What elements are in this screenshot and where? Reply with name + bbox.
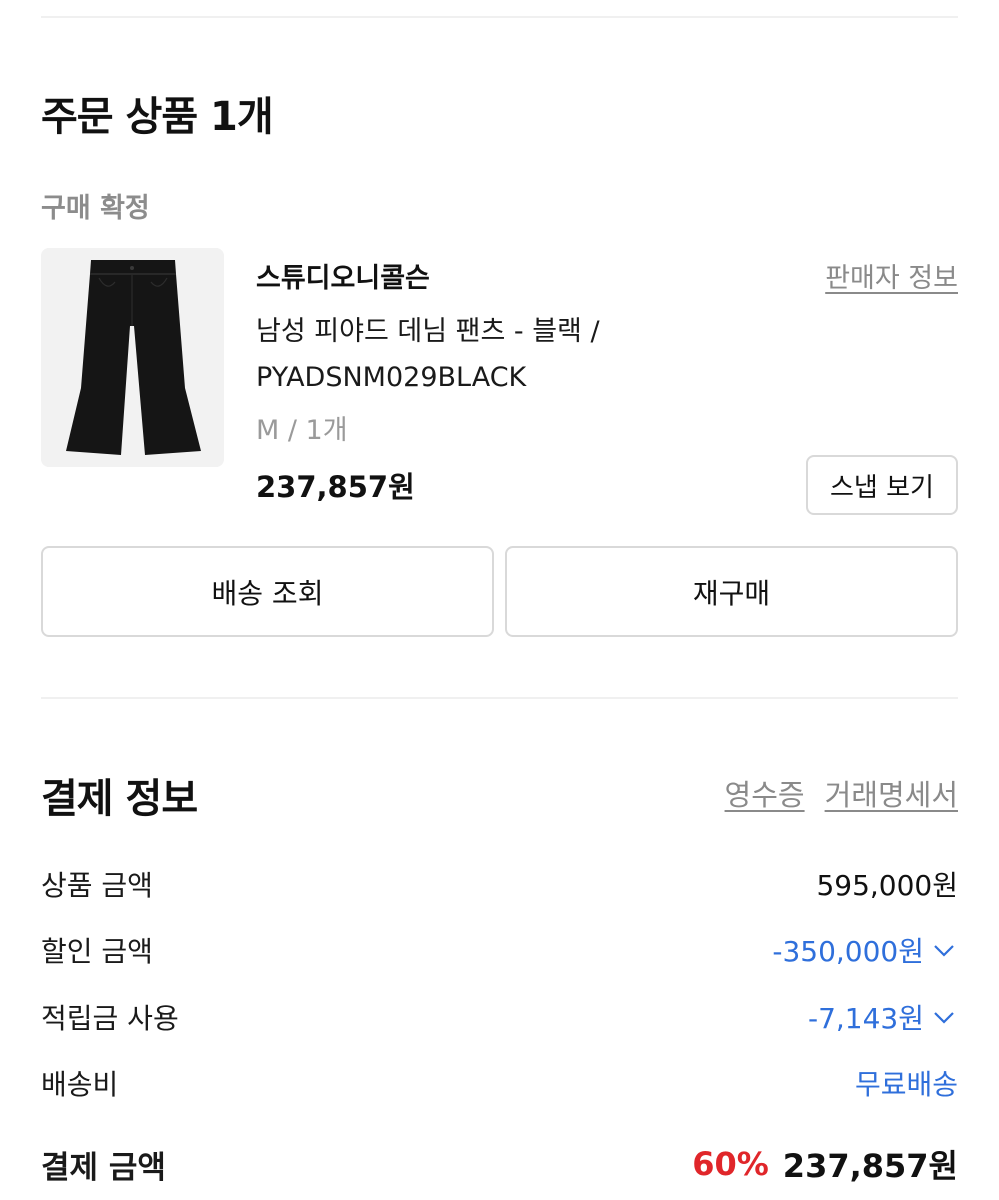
- transaction-statement-link[interactable]: 거래명세서: [825, 772, 958, 814]
- discount-amount-value: -350,000원: [772, 935, 924, 968]
- chevron-down-icon: [934, 945, 954, 957]
- snap-view-button[interactable]: 스냅 보기: [806, 455, 958, 515]
- shipping-fee-label: 배송비: [41, 1068, 119, 1101]
- product-amount-label: 상품 금액: [41, 869, 153, 902]
- discount-amount-label: 할인 금액: [41, 935, 153, 968]
- product-name[interactable]: 남성 피야드 데님 팬츠 - 블랙 / PYADSNM029BLACK: [256, 309, 676, 401]
- order-detail-page: 주문 상품 1개 구매 확정 스튜디오니콜슨 판매자 정보 남성 피야드 데님 …: [0, 0, 999, 1200]
- product-option: M / 1개: [256, 415, 348, 446]
- order-section-title: 주문 상품 1개: [41, 94, 274, 140]
- document-links: 영수증 거래명세서: [725, 772, 958, 814]
- payment-section-title: 결제 정보: [41, 776, 198, 822]
- points-used-toggle[interactable]: -7,143원: [808, 997, 958, 1037]
- product-thumbnail[interactable]: [41, 248, 224, 467]
- order-status: 구매 확정: [41, 193, 150, 224]
- points-used-label: 적립금 사용: [41, 1002, 179, 1035]
- top-divider: [41, 16, 958, 18]
- reorder-button[interactable]: 재구매: [505, 546, 958, 637]
- track-delivery-button[interactable]: 배송 조회: [41, 546, 494, 637]
- discount-amount-row: 할인 금액 -350,000원: [41, 928, 958, 972]
- total-payment-label: 결제 금액: [41, 1149, 166, 1186]
- total-payment-row: 결제 금액 60% 237,857원: [41, 1140, 958, 1188]
- shipping-fee-value: 무료배송: [854, 1068, 958, 1101]
- total-payment-amount: 60% 237,857원: [692, 1141, 958, 1187]
- chevron-down-icon: [934, 1012, 954, 1024]
- product-amount-value: 595,000원: [816, 869, 958, 902]
- seller-info-link[interactable]: 판매자 정보: [825, 256, 958, 295]
- discount-amount-toggle[interactable]: -350,000원: [772, 930, 958, 970]
- black-wide-pants-image: [41, 248, 224, 467]
- product-price: 237,857원: [256, 470, 415, 504]
- shipping-fee-row: 배송비 무료배송: [41, 1061, 958, 1105]
- brand-name[interactable]: 스튜디오니콜슨: [256, 256, 430, 295]
- section-divider: [41, 697, 958, 699]
- points-used-value: -7,143원: [807, 1002, 924, 1035]
- receipt-link[interactable]: 영수증: [725, 772, 805, 814]
- total-payment-value: 237,857원: [782, 1147, 958, 1185]
- product-amount-row: 상품 금액 595,000원: [41, 862, 958, 906]
- discount-rate: 60%: [692, 1145, 769, 1183]
- points-used-row: 적립금 사용 -7,143원: [41, 995, 958, 1039]
